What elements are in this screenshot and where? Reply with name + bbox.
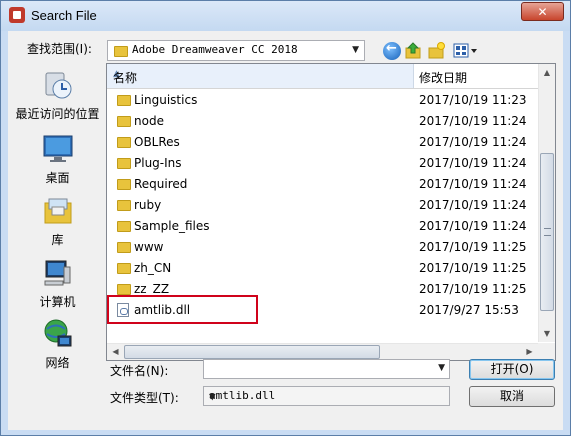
place-recent-label: 最近访问的位置 bbox=[15, 107, 100, 121]
folder-icon bbox=[117, 95, 131, 106]
item-date: 2017/10/19 11:24 bbox=[419, 156, 527, 170]
cancel-button[interactable]: 取消 bbox=[469, 386, 555, 407]
list-item[interactable]: Linguistics 2017/10/19 11:23 bbox=[107, 90, 538, 111]
item-name: ruby bbox=[134, 198, 162, 212]
list-header: ▲ 名称 修改日期 bbox=[107, 64, 538, 89]
item-name: Linguistics bbox=[134, 93, 198, 107]
folder-icon bbox=[117, 158, 131, 169]
folder-icon bbox=[117, 200, 131, 211]
filename-field[interactable]: ▼ bbox=[203, 359, 450, 379]
list-item[interactable]: Plug-Ins 2017/10/19 11:24 bbox=[107, 153, 538, 174]
list-item[interactable]: Sample_files 2017/10/19 11:24 bbox=[107, 216, 538, 237]
places-bar: 最近访问的位置 桌面 库 计算机 网络 bbox=[8, 63, 107, 379]
list-item[interactable]: OBLRes 2017/10/19 11:24 bbox=[107, 132, 538, 153]
column-name-label: 名称 bbox=[113, 71, 138, 85]
desktop-icon bbox=[42, 133, 74, 165]
list-item[interactable]: www 2017/10/19 11:25 bbox=[107, 237, 538, 258]
folder-up-icon bbox=[405, 42, 421, 59]
scroll-right-icon[interactable]: ▶ bbox=[521, 344, 538, 360]
app-icon bbox=[9, 7, 25, 23]
folder-icon bbox=[117, 179, 131, 190]
close-button[interactable]: ✕ bbox=[521, 2, 564, 21]
place-network[interactable]: 网络 bbox=[8, 318, 107, 371]
window-title: Search File bbox=[31, 8, 97, 23]
folder-icon bbox=[117, 263, 131, 274]
item-date: 2017/10/19 11:24 bbox=[419, 135, 527, 149]
column-header-date[interactable]: 修改日期 bbox=[414, 64, 538, 88]
dialog-body: 查找范围(I): Adobe Dreamweaver CC 2018 ▼ ← 最… bbox=[8, 31, 563, 430]
item-date: 2017/9/27 15:53 bbox=[419, 303, 519, 317]
item-date: 2017/10/19 11:24 bbox=[419, 177, 527, 191]
place-desktop[interactable]: 桌面 bbox=[8, 133, 107, 186]
item-name: zz_ZZ bbox=[134, 282, 170, 296]
place-desktop-label: 桌面 bbox=[45, 171, 70, 185]
chevron-down-icon[interactable]: ▼ bbox=[438, 363, 445, 373]
scroll-corner bbox=[538, 343, 555, 360]
place-network-label: 网络 bbox=[45, 356, 70, 370]
folder-icon bbox=[117, 242, 131, 253]
view-menu-icon bbox=[453, 43, 477, 58]
item-name: Required bbox=[134, 177, 188, 191]
place-computer-label: 计算机 bbox=[39, 295, 76, 309]
column-header-name[interactable]: ▲ 名称 bbox=[107, 64, 414, 88]
grip-icon bbox=[544, 228, 551, 236]
folder-icon bbox=[114, 46, 128, 57]
file-list[interactable]: ▲ 名称 修改日期 Linguistics 2017/10/19 11:23 n… bbox=[106, 63, 556, 361]
scroll-up-icon[interactable]: ▲ bbox=[540, 64, 554, 81]
place-libraries-label: 库 bbox=[51, 233, 64, 247]
horizontal-scrollbar[interactable]: ◀ ▶ bbox=[107, 343, 538, 360]
chevron-down-icon: ▼ bbox=[209, 390, 216, 403]
item-name: OBLRes bbox=[134, 135, 180, 149]
list-item[interactable]: ruby 2017/10/19 11:24 bbox=[107, 195, 538, 216]
title-bar[interactable]: Search File ✕ bbox=[1, 1, 570, 31]
filetype-select[interactable]: amtlib.dll ▼ bbox=[203, 386, 450, 406]
item-name: Plug-Ins bbox=[134, 156, 182, 170]
place-recent[interactable]: 最近访问的位置 bbox=[8, 69, 107, 122]
list-item[interactable]: node 2017/10/19 11:24 bbox=[107, 111, 538, 132]
item-date: 2017/10/19 11:24 bbox=[419, 219, 527, 233]
look-in-value: Adobe Dreamweaver CC 2018 bbox=[132, 43, 298, 56]
vertical-scrollbar[interactable]: ▲ ▼ bbox=[538, 64, 555, 342]
scroll-left-icon[interactable]: ◀ bbox=[107, 344, 124, 360]
views-menu-button[interactable] bbox=[453, 42, 477, 60]
place-libraries[interactable]: 库 bbox=[8, 195, 107, 248]
folder-icon bbox=[117, 137, 131, 148]
search-file-dialog: Search File ✕ 查找范围(I): Adobe Dreamweaver… bbox=[0, 0, 571, 436]
item-date: 2017/10/19 11:23 bbox=[419, 93, 527, 107]
place-computer[interactable]: 计算机 bbox=[8, 257, 107, 310]
item-name: zh_CN bbox=[134, 261, 172, 275]
folder-icon bbox=[117, 284, 131, 295]
horizontal-scroll-thumb[interactable] bbox=[124, 345, 380, 359]
item-date: 2017/10/19 11:24 bbox=[419, 198, 527, 212]
item-name: www bbox=[134, 240, 164, 254]
item-date: 2017/10/19 11:24 bbox=[419, 114, 527, 128]
recent-places-icon bbox=[42, 69, 74, 101]
look-in-dropdown[interactable]: Adobe Dreamweaver CC 2018 ▼ bbox=[107, 40, 365, 61]
item-name: Sample_files bbox=[134, 219, 210, 233]
item-date: 2017/10/19 11:25 bbox=[419, 240, 527, 254]
column-date-label: 修改日期 bbox=[419, 71, 468, 85]
list-item[interactable]: Required 2017/10/19 11:24 bbox=[107, 174, 538, 195]
folder-icon bbox=[117, 221, 131, 232]
item-date: 2017/10/19 11:25 bbox=[419, 282, 527, 296]
list-item[interactable]: zh_CN 2017/10/19 11:25 bbox=[107, 258, 538, 279]
network-icon bbox=[42, 318, 74, 350]
open-button[interactable]: 打开(O) bbox=[469, 359, 555, 380]
vertical-scroll-thumb[interactable] bbox=[540, 153, 554, 311]
item-date: 2017/10/19 11:25 bbox=[419, 261, 527, 275]
highlight-annotation bbox=[107, 295, 258, 324]
item-name: node bbox=[134, 114, 164, 128]
look-in-label: 查找范围(I): bbox=[27, 42, 92, 56]
folder-icon bbox=[117, 116, 131, 127]
new-folder-icon bbox=[428, 42, 445, 59]
up-folder-button[interactable] bbox=[405, 42, 421, 60]
libraries-icon bbox=[42, 195, 74, 227]
computer-icon bbox=[42, 257, 74, 289]
filename-label: 文件名(N): bbox=[110, 364, 169, 378]
new-folder-button[interactable] bbox=[428, 42, 446, 60]
filetype-label: 文件类型(T): bbox=[110, 391, 179, 405]
scroll-down-icon[interactable]: ▼ bbox=[540, 325, 554, 342]
chevron-down-icon: ▼ bbox=[352, 45, 359, 55]
back-button[interactable] bbox=[383, 41, 401, 60]
